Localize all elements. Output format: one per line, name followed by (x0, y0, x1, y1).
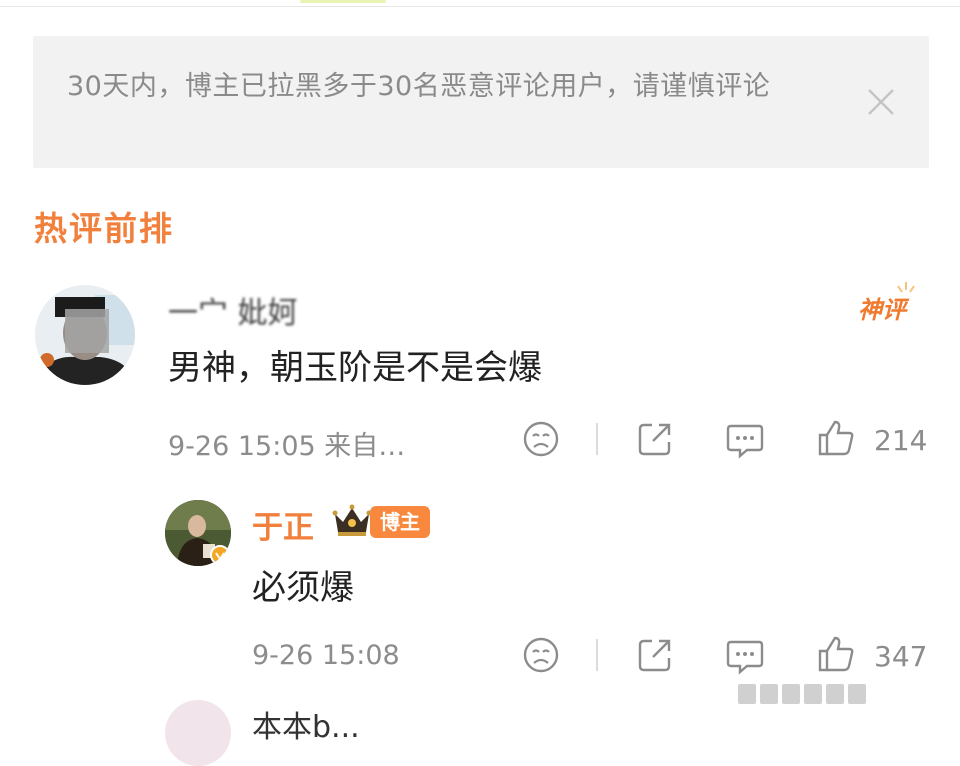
watermark (738, 684, 878, 706)
action-separator (596, 423, 598, 455)
notice-text: 30天内，博主已拉黑多于30名恶意评论用户，请谨慎评论 (67, 71, 771, 102)
comment-icon[interactable] (725, 636, 765, 676)
top-accent-bar (300, 0, 386, 3)
section-title: 热评前排 (34, 209, 174, 248)
like-icon[interactable] (816, 418, 856, 458)
comment-icon[interactable] (725, 420, 765, 460)
comment-username[interactable]: 一宀 妣妸 (168, 288, 298, 332)
like-icon[interactable] (816, 634, 856, 674)
top-divider (0, 6, 960, 7)
like-count: 214 (874, 424, 928, 457)
comment-username[interactable]: 本本b... (252, 702, 360, 746)
avatar[interactable] (165, 700, 231, 766)
avatar-image (35, 285, 135, 385)
like-count: 347 (874, 640, 928, 673)
action-separator (596, 639, 598, 671)
reply-meta: 9-26 15:08 (252, 640, 400, 671)
crown-icon (332, 504, 372, 536)
share-icon[interactable] (636, 420, 674, 458)
verified-icon (210, 545, 230, 565)
dislike-icon[interactable] (522, 420, 560, 458)
notice-banner: 30天内，博主已拉黑多于30名恶意评论用户，请谨慎评论 (33, 36, 929, 168)
comment-meta: 9-26 15:05 来自… (168, 431, 406, 462)
reply-text: 必须爆 (252, 568, 354, 608)
avatar[interactable] (35, 285, 135, 385)
reply-avatar[interactable] (165, 500, 231, 566)
close-icon[interactable] (865, 86, 897, 118)
comment-text: 男神，朝玉阶是不是会爆 (168, 348, 542, 388)
share-icon[interactable] (636, 636, 674, 674)
god-comment-badge: 神评 (856, 280, 922, 326)
host-tag: 博主 (370, 506, 430, 538)
badge-label: 神评 (858, 296, 906, 324)
reply-username[interactable]: 于正 (252, 502, 314, 547)
dislike-icon[interactable] (522, 636, 560, 674)
